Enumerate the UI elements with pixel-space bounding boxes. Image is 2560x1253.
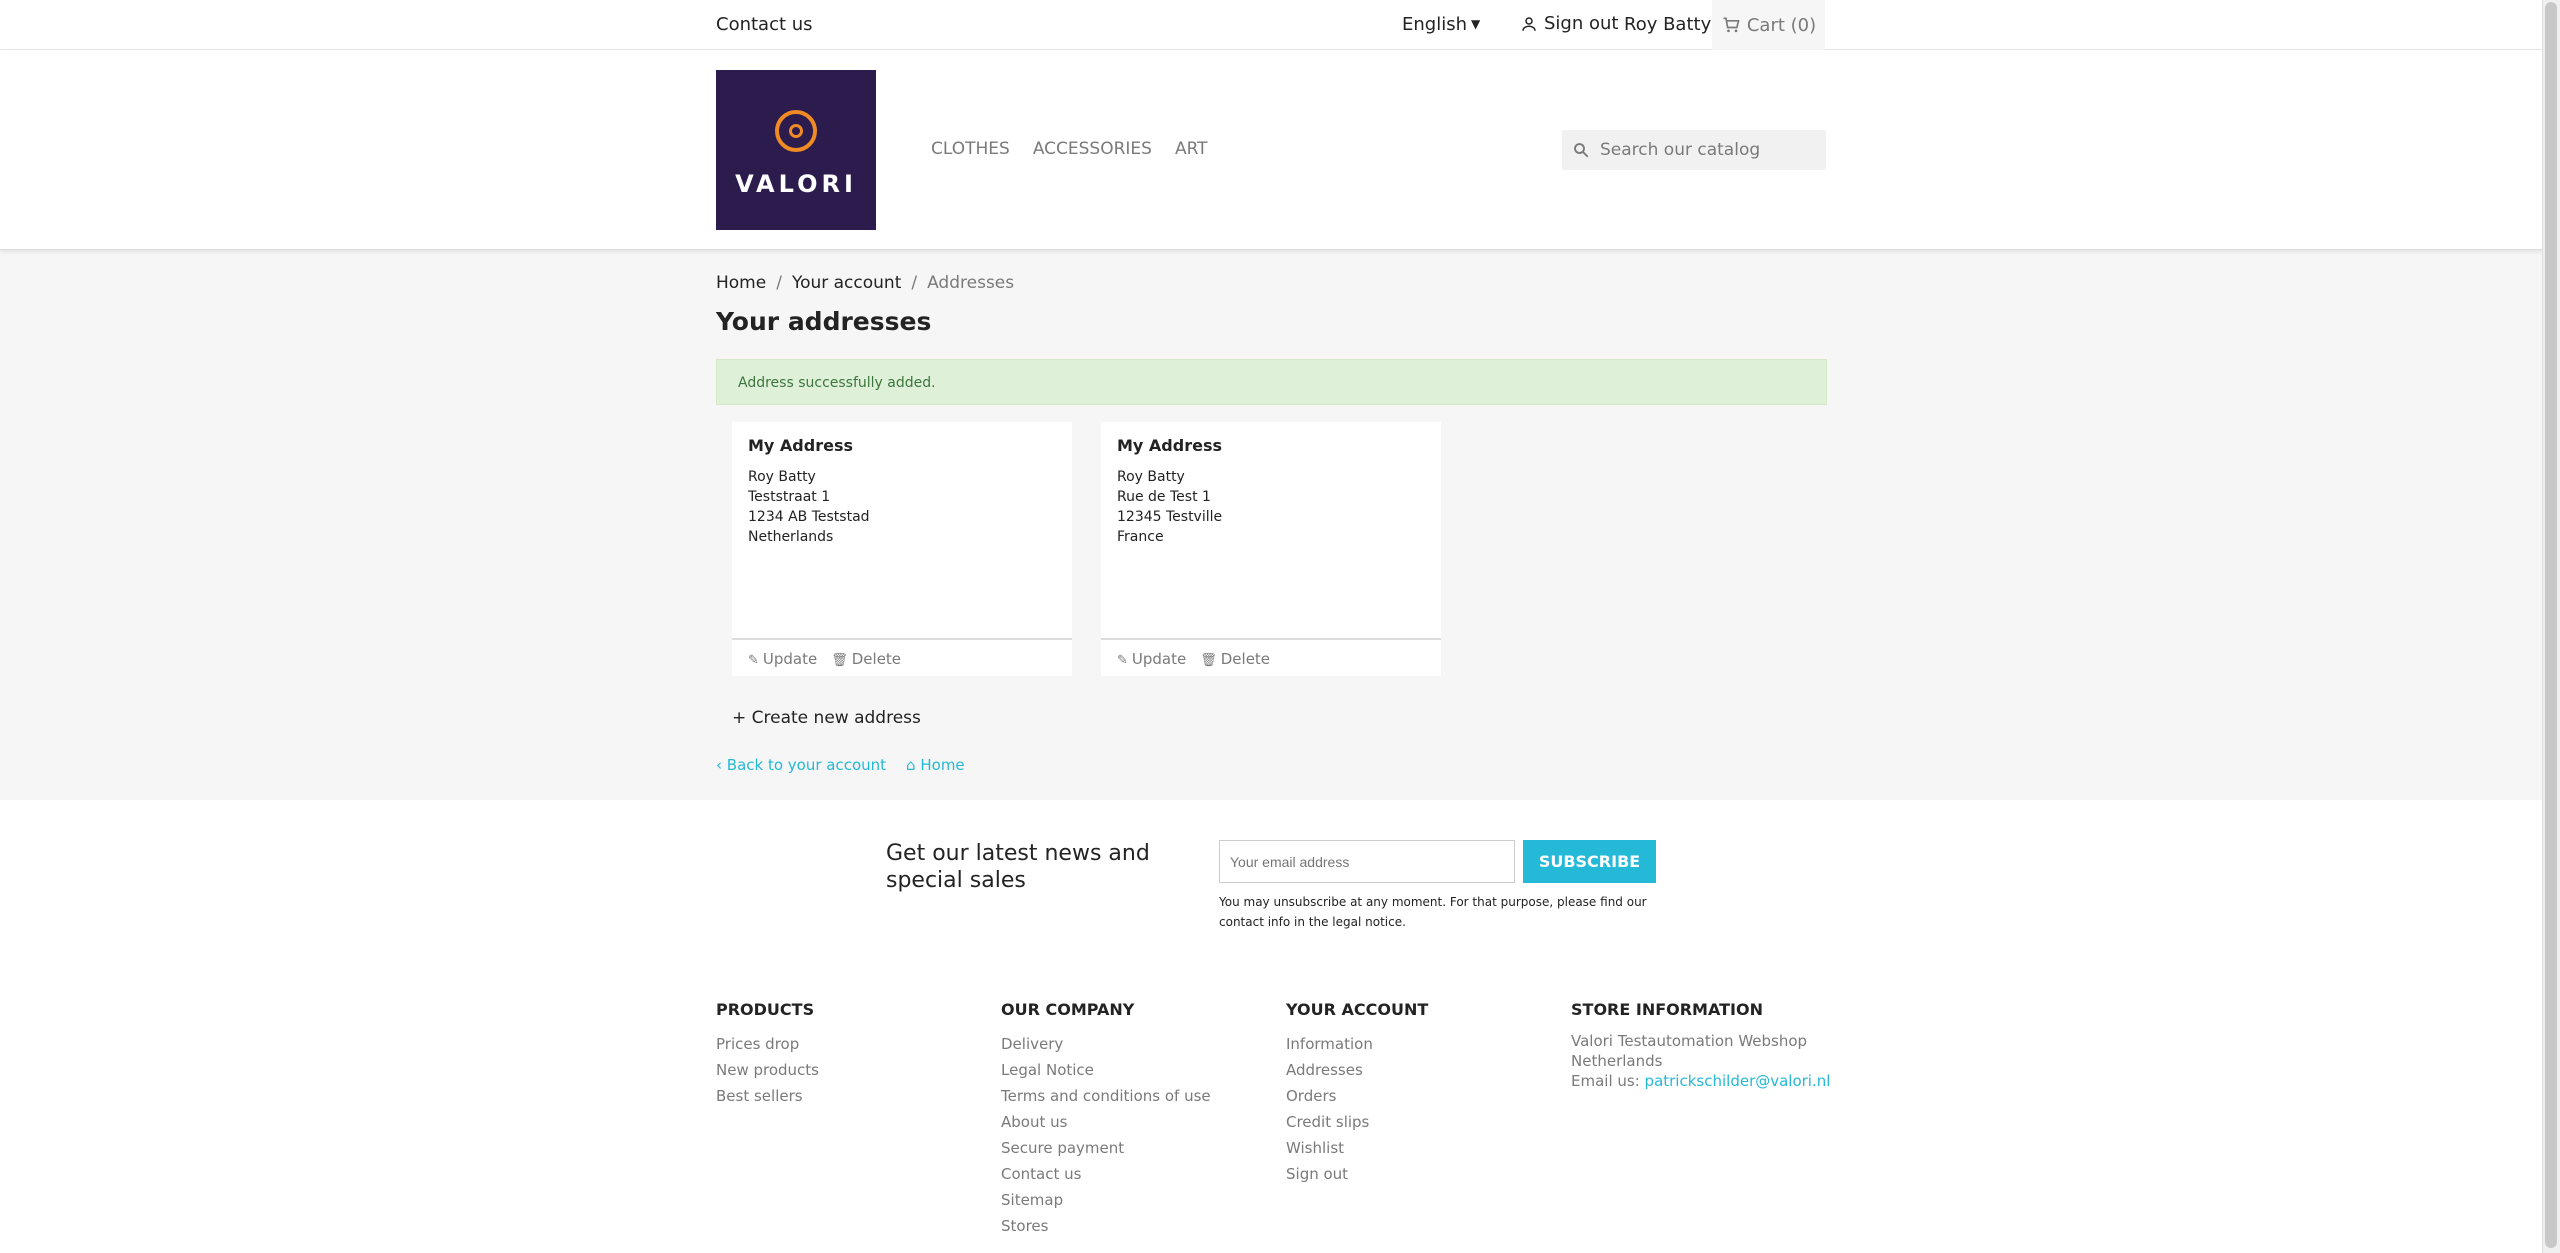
chevron-left-icon: ‹ <box>716 756 722 774</box>
newsletter-note: You may unsubscribe at any moment. For t… <box>1219 895 1647 929</box>
footer-heading: OUR COMPANY <box>1001 1000 1135 1019</box>
footer-products: PRODUCTS Prices drop New products Best s… <box>716 1000 819 1109</box>
footer-link[interactable]: Stores <box>1001 1213 1211 1239</box>
home-link[interactable]: ⌂ Home <box>906 756 965 774</box>
delete-address-button[interactable]: 🗑 Delete <box>1200 650 1270 668</box>
menu-item-clothes[interactable]: CLOTHES <box>931 139 1010 159</box>
user-icon <box>1522 16 1536 31</box>
breadcrumb-addresses: Addresses <box>927 273 1015 293</box>
menu-item-art[interactable]: ART <box>1175 139 1208 159</box>
logo-ring-icon <box>775 110 817 152</box>
cart-icon <box>1723 17 1740 33</box>
contact-us-link[interactable]: Contact us <box>716 14 813 35</box>
menu-item-accessories[interactable]: ACCESSORIES <box>1033 139 1152 159</box>
footer-link[interactable]: Credit slips <box>1286 1109 1428 1135</box>
footer-link[interactable]: Secure payment <box>1001 1135 1211 1161</box>
scrollbar-thumb[interactable] <box>2545 2 2557 1248</box>
footer-link[interactable]: Information <box>1286 1031 1428 1057</box>
footer-link[interactable]: New products <box>716 1057 819 1083</box>
address-title: My Address <box>1117 436 1222 455</box>
footer-link[interactable]: About us <box>1001 1109 1211 1135</box>
pencil-icon: ✎ <box>748 653 759 668</box>
address-line: 1234 AB Teststad <box>748 509 870 525</box>
footer-link[interactable]: Sitemap <box>1001 1187 1211 1213</box>
address-title: My Address <box>748 436 853 455</box>
store-email-link[interactable]: patrickschilder@valori.nl <box>1645 1072 1831 1090</box>
language-label: English <box>1402 14 1467 35</box>
store-logo[interactable]: VALORI <box>716 70 876 230</box>
caret-down-icon: ▼ <box>1471 17 1481 31</box>
account-name-link[interactable]: Roy Batty <box>1624 14 1711 35</box>
home-icon: ⌂ <box>906 756 916 774</box>
footer-link[interactable]: Delivery <box>1001 1031 1211 1057</box>
search-input[interactable]: Search our catalog <box>1562 130 1826 170</box>
cart-label: Cart (0) <box>1746 14 1817 36</box>
footer-link[interactable]: Contact us <box>1001 1161 1211 1187</box>
footer-link[interactable]: Legal Notice <box>1001 1057 1211 1083</box>
language-selector[interactable]: English ▼ <box>1402 14 1480 35</box>
address-card: My Address Roy Batty Rue de Test 1 12345… <box>1101 422 1441 676</box>
delete-address-button[interactable]: 🗑 Delete <box>831 650 901 668</box>
address-line: Teststraat 1 <box>748 489 831 505</box>
footer-link[interactable]: Orders <box>1286 1083 1428 1109</box>
store-name: Valori Testautomation Webshop <box>1571 1032 1808 1050</box>
success-alert: Address successfully added. <box>716 359 1827 405</box>
address-line: France <box>1117 529 1164 545</box>
page-scrollbar[interactable] <box>2542 0 2560 1253</box>
update-address-button[interactable]: ✎ Update <box>748 650 817 668</box>
footer-store-info: STORE INFORMATION Valori Testautomation … <box>1571 1000 1830 1091</box>
search-icon <box>1574 143 1589 158</box>
update-address-button[interactable]: ✎ Update <box>1117 650 1186 668</box>
address-line: Roy Batty <box>1117 469 1185 485</box>
footer-link[interactable]: Addresses <box>1286 1057 1428 1083</box>
address-line: Netherlands <box>748 529 834 545</box>
address-card: My Address Roy Batty Teststraat 1 1234 A… <box>732 422 1072 676</box>
cart-button[interactable]: Cart (0) <box>1712 0 1825 50</box>
footer-heading: PRODUCTS <box>716 1000 815 1019</box>
store-email: Email us: patrickschilder@valori.nl <box>1571 1072 1831 1090</box>
create-address-link[interactable]: + Create new address <box>732 708 921 728</box>
site-footer: Get our latest news and special sales SU… <box>0 800 2542 1253</box>
back-to-account-link[interactable]: ‹ Back to your account <box>716 756 886 774</box>
footer-heading: YOUR ACCOUNT <box>1286 1000 1429 1019</box>
footer-link[interactable]: Prices drop <box>716 1031 819 1057</box>
footer-link[interactable]: Best sellers <box>716 1083 819 1109</box>
breadcrumb: Home / Your account / Addresses <box>716 273 1015 293</box>
sign-out-label: Sign out <box>1544 13 1619 34</box>
subscribe-button[interactable]: SUBSCRIBE <box>1523 840 1656 883</box>
breadcrumb-your-account[interactable]: Your account <box>792 273 901 293</box>
page-footer-links: ‹ Back to your account ⌂ Home <box>716 756 965 774</box>
trash-icon: 🗑 <box>831 653 848 668</box>
footer-link[interactable]: Terms and conditions of use <box>1001 1083 1211 1109</box>
store-country: Netherlands <box>1571 1052 1663 1070</box>
footer-link[interactable]: Sign out <box>1286 1161 1428 1187</box>
footer-link[interactable]: Wishlist <box>1286 1135 1428 1161</box>
address-line: Rue de Test 1 <box>1117 489 1211 505</box>
newsletter-title: Get our latest news and special sales <box>886 841 1150 893</box>
footer-heading: STORE INFORMATION <box>1571 1000 1763 1019</box>
newsletter-email-input[interactable] <box>1219 840 1515 883</box>
search-placeholder: Search our catalog <box>1600 140 1761 160</box>
top-bar: Contact us English ▼ Sign out Roy Batty C… <box>0 0 2542 50</box>
sign-out-link[interactable]: Sign out <box>1520 13 1618 34</box>
logo-text: VALORI <box>735 170 857 198</box>
page-title: Your addresses <box>716 307 932 336</box>
address-line: Roy Batty <box>748 469 816 485</box>
main-menu: CLOTHES ACCESSORIES ART <box>931 139 1208 159</box>
footer-company: OUR COMPANY Delivery Legal Notice Terms … <box>1001 1000 1211 1239</box>
site-header: VALORI CLOTHES ACCESSORIES ART Search ou… <box>0 50 2542 250</box>
pencil-icon: ✎ <box>1117 653 1128 668</box>
address-line: 12345 Testville <box>1117 509 1223 525</box>
plus-icon: + <box>732 708 747 728</box>
footer-account: YOUR ACCOUNT Information Addresses Order… <box>1286 1000 1428 1187</box>
trash-icon: 🗑 <box>1200 653 1217 668</box>
breadcrumb-home[interactable]: Home <box>716 273 766 293</box>
